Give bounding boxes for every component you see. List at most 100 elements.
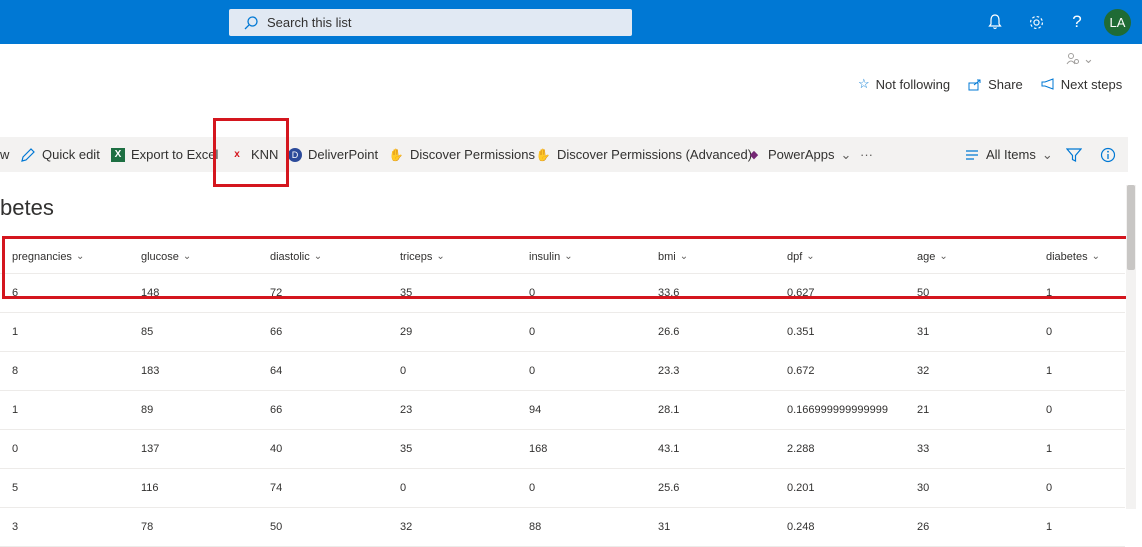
avatar[interactable]: LA (1104, 9, 1131, 36)
gear-icon[interactable] (1026, 12, 1046, 32)
discover-permissions-advanced-button[interactable]: ✋ Discover Permissions (Advanced) (535, 137, 753, 172)
suite-bar: Search this list ? LA (0, 0, 1142, 44)
share-label: Share (988, 76, 1023, 92)
view-selector[interactable]: All Items ⌄ (964, 137, 1053, 172)
cell-insulin: 94 (529, 404, 542, 416)
cell-pregnancies: 1 (12, 326, 19, 338)
table-row[interactable]: 0 137 40 35 168 43.1 2.288 33 1 (0, 430, 1125, 469)
header-actions: ☆ Not following Share Next steps (858, 76, 1122, 92)
cell-insulin: 0 (529, 326, 536, 338)
list-title: betes (0, 195, 54, 220)
cell-pregnancies: 1 (12, 404, 19, 416)
search-box[interactable]: Search this list (229, 9, 632, 36)
site-members-icon[interactable]: ⌄ (1066, 51, 1094, 67)
cell-pregnancies: 8 (12, 365, 19, 377)
more-icon: ··· (860, 147, 873, 162)
hand-icon: ✋ (535, 147, 551, 162)
search-icon (244, 15, 258, 29)
cell-triceps: 0 (400, 482, 407, 494)
cell-diastolic: 50 (270, 521, 283, 533)
cell-bmi: 31 (658, 521, 671, 533)
discover-permissions-label: Discover Permissions (410, 147, 535, 162)
cell-insulin: 0 (529, 365, 536, 377)
cell-insulin: 88 (529, 521, 542, 533)
cell-triceps: 29 (400, 326, 413, 338)
powerapps-icon: ◆ (749, 149, 759, 161)
new-label: w (0, 147, 10, 162)
cell-age: 30 (917, 482, 930, 494)
cell-age: 33 (917, 443, 930, 455)
cell-diastolic: 40 (270, 443, 283, 455)
cell-pregnancies: 5 (12, 482, 19, 494)
table-row[interactable]: 1 89 66 23 94 28.1 0.166999999999999 21 0 (0, 391, 1125, 430)
cell-glucose: 85 (141, 326, 154, 338)
discover-permissions-advanced-label: Discover Permissions (Advanced) (557, 147, 753, 162)
scrollbar-thumb[interactable] (1127, 185, 1135, 270)
table-row[interactable]: 5 116 74 0 0 25.6 0.201 30 0 (0, 469, 1125, 508)
deliverpoint-button[interactable]: D DeliverPoint (288, 137, 378, 172)
share-icon (968, 79, 981, 90)
header-row-highlight-box (2, 236, 1133, 299)
excel-icon: X (111, 147, 125, 162)
cell-age: 32 (917, 365, 930, 377)
megaphone-icon (1041, 78, 1054, 90)
powerapps-button[interactable]: ◆ PowerApps ⌄ (746, 137, 852, 172)
more-button[interactable]: ··· (860, 137, 873, 172)
chevron-down-icon: ⌄ (840, 146, 852, 162)
scrollbar[interactable] (1126, 185, 1136, 509)
cell-bmi: 43.1 (658, 443, 680, 455)
star-icon: ☆ (858, 76, 870, 91)
cell-bmi: 28.1 (658, 404, 680, 416)
quick-edit-button[interactable]: Quick edit (20, 137, 100, 172)
cell-diabetes: 0 (1046, 326, 1053, 338)
deliverpoint-icon: D (288, 147, 302, 162)
cell-dpf: 2.288 (787, 443, 815, 455)
knn-highlight-box (213, 118, 289, 187)
search-placeholder[interactable]: Search this list (267, 15, 352, 30)
follow-label: Not following (875, 76, 951, 92)
cell-diabetes: 0 (1046, 482, 1053, 494)
cell-diastolic: 74 (270, 482, 283, 494)
new-button-partial[interactable]: w (0, 137, 9, 172)
cell-age: 26 (917, 521, 930, 533)
quick-edit-label: Quick edit (42, 147, 100, 162)
cell-dpf: 0.672 (787, 365, 815, 377)
cell-dpf: 0.166999999999999 (787, 404, 888, 416)
table-row[interactable]: 3 78 50 32 88 31 0.248 26 1 (0, 508, 1125, 547)
cell-triceps: 32 (400, 521, 413, 533)
cell-diabetes: 1 (1046, 365, 1053, 377)
filter-button[interactable] (1066, 137, 1082, 172)
chevron-down-icon: ⌄ (1041, 146, 1053, 162)
table-row[interactable]: 1 85 66 29 0 26.6 0.351 31 0 (0, 313, 1125, 352)
info-icon (1100, 147, 1116, 162)
cell-diabetes: 0 (1046, 404, 1053, 416)
bell-icon[interactable] (985, 12, 1005, 32)
cell-glucose: 89 (141, 404, 154, 416)
view-label: All Items (986, 147, 1036, 162)
cell-diastolic: 66 (270, 404, 283, 416)
discover-permissions-button[interactable]: ✋ Discover Permissions (388, 137, 535, 172)
powerapps-label: PowerApps (768, 147, 835, 162)
help-icon[interactable]: ? (1067, 12, 1087, 32)
export-excel-button[interactable]: X Export to Excel (111, 137, 218, 172)
table-row[interactable]: 8 183 64 0 0 23.3 0.672 32 1 (0, 352, 1125, 391)
cell-glucose: 78 (141, 521, 154, 533)
chevron-down-icon: ⌄ (1083, 51, 1094, 66)
info-button[interactable] (1100, 137, 1116, 172)
next-steps-button[interactable]: Next steps (1041, 76, 1122, 92)
filter-icon (1066, 147, 1082, 162)
cell-dpf: 0.351 (787, 326, 815, 338)
cell-triceps: 35 (400, 443, 413, 455)
list-view-icon (966, 149, 978, 160)
cell-diastolic: 64 (270, 365, 283, 377)
cell-insulin: 168 (529, 443, 548, 455)
cell-pregnancies: 0 (12, 443, 19, 455)
cell-triceps: 23 (400, 404, 413, 416)
cell-age: 21 (917, 404, 930, 416)
deliverpoint-label: DeliverPoint (308, 147, 379, 162)
cell-bmi: 23.3 (658, 365, 680, 377)
share-button[interactable]: Share (968, 76, 1023, 92)
follow-button[interactable]: ☆ Not following (858, 76, 950, 92)
cell-age: 31 (917, 326, 930, 338)
cell-diabetes: 1 (1046, 521, 1053, 533)
